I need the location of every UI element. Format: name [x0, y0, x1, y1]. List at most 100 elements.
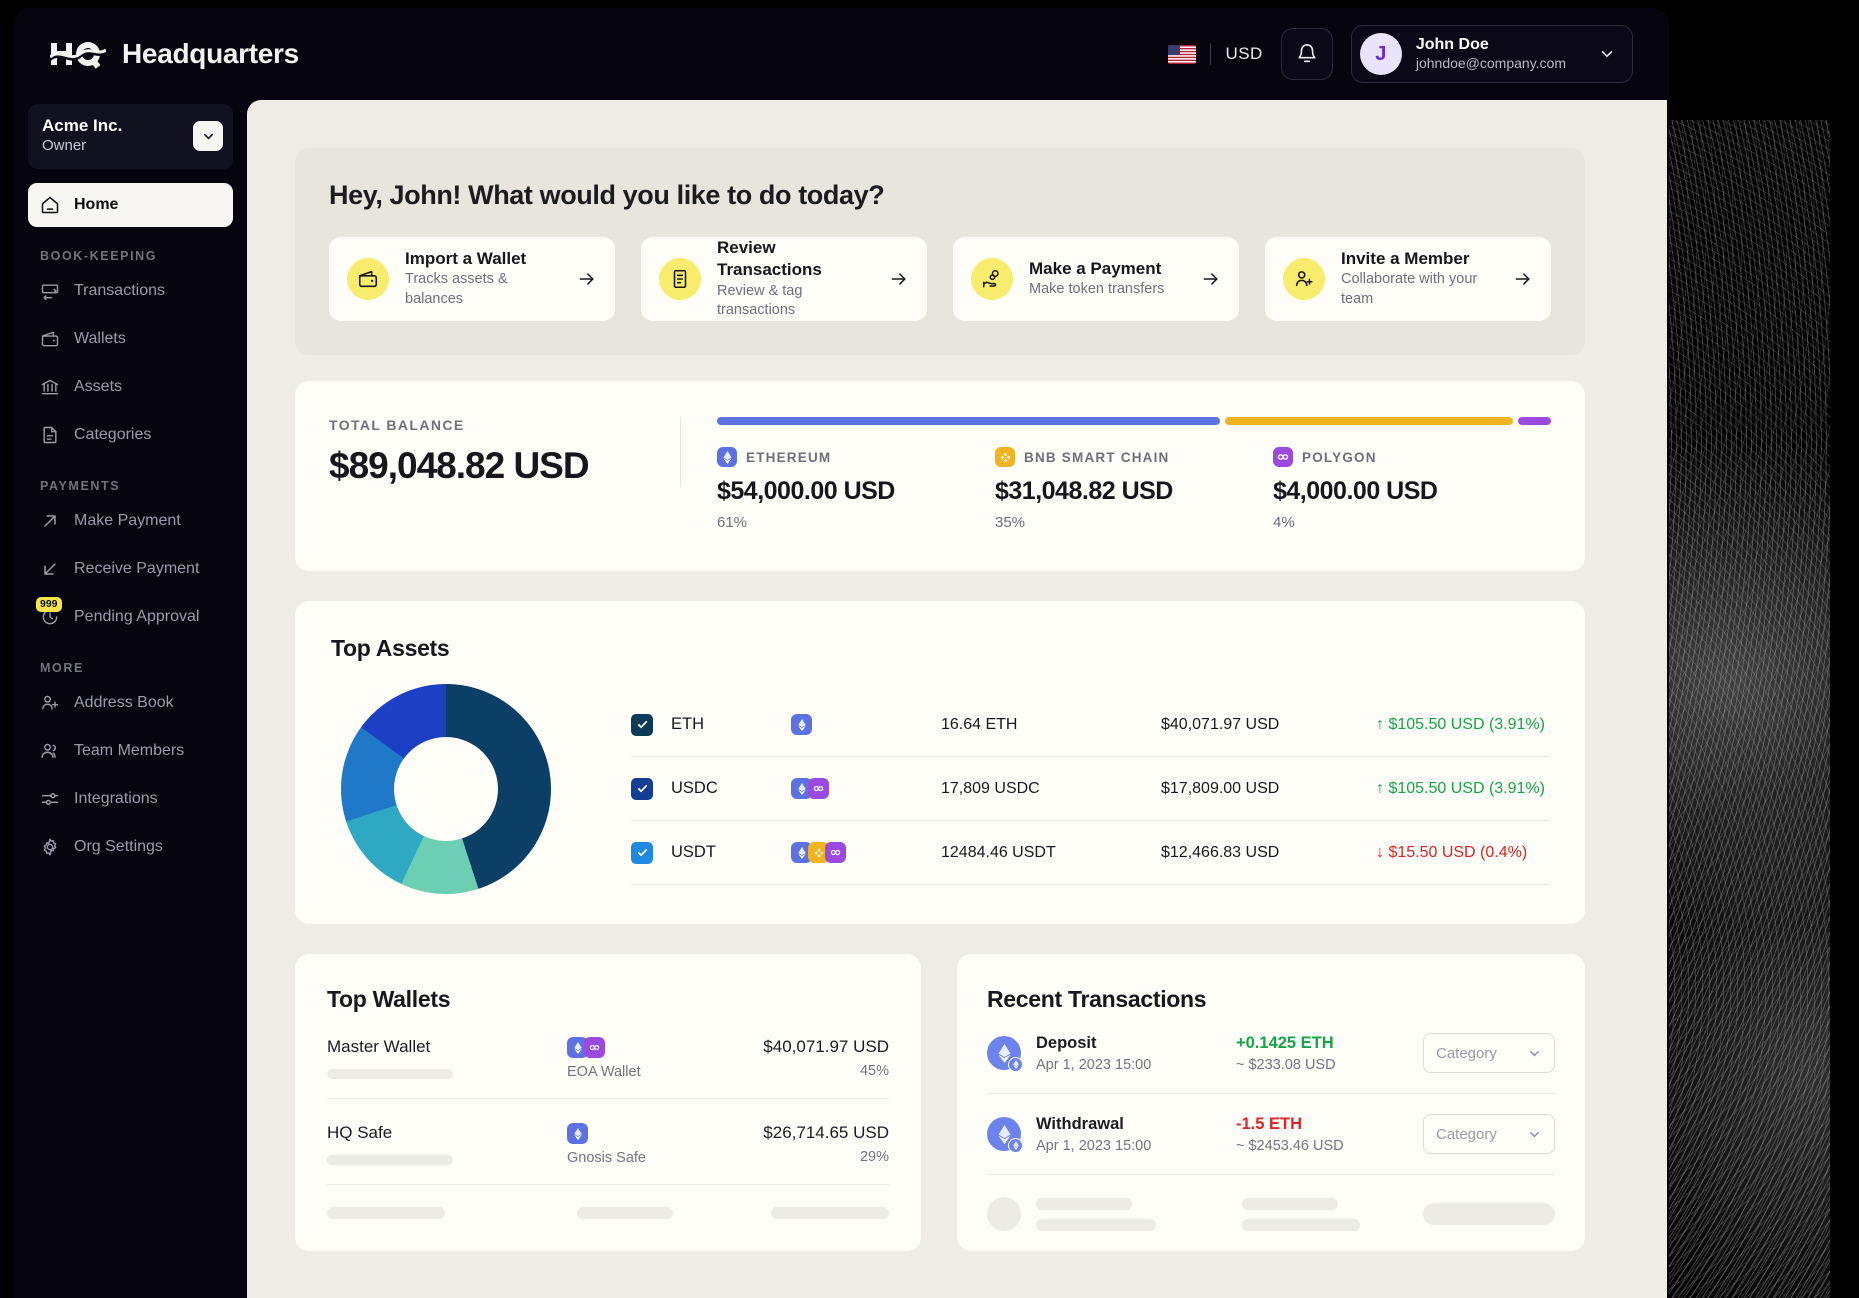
polygon-icon: [1273, 447, 1293, 467]
notifications-button[interactable]: [1280, 28, 1333, 80]
wallet-name: HQ Safe: [327, 1123, 393, 1142]
sidebar-item-label: Receive Payment: [74, 559, 200, 577]
sidebar-item-label: Address Book: [74, 693, 174, 711]
sidebar-item-team-members[interactable]: Team Members: [28, 729, 233, 773]
hand-coin-icon: [971, 258, 1013, 300]
quick-action-make-payment[interactable]: Make a Payment Make token transfers: [953, 237, 1239, 321]
main-content: Hey, John! What would you like to do tod…: [247, 100, 1667, 1298]
chevron-down-icon: [1601, 50, 1613, 58]
chain-ethereum: ETHEREUM $54,000.00 USD 61%: [717, 447, 995, 531]
hero-panel: Hey, John! What would you like to do tod…: [295, 148, 1585, 355]
list-item[interactable]: Withdrawal Apr 1, 2023 15:00 -1.5 ETH ~ …: [987, 1094, 1555, 1175]
chain-share-segment-bnb: [1224, 417, 1514, 425]
chain-share-segment-polygon: [1518, 417, 1551, 425]
currency-selector[interactable]: USD: [1168, 43, 1262, 65]
asset-checkbox[interactable]: [631, 841, 653, 864]
sidebar-item-assets[interactable]: Assets: [28, 365, 233, 409]
sidebar-section-title: PAYMENTS: [40, 478, 121, 493]
recent-transactions-panel: Recent Transactions Deposit Apr 1, 2023 …: [957, 954, 1585, 1251]
wallet-percent: 45%: [859, 1063, 889, 1079]
asset-value: $40,071.97 USD: [1161, 715, 1280, 733]
transaction-usd: ~ $2453.46 USD: [1236, 1137, 1344, 1154]
donut-hole: [394, 737, 498, 841]
skeleton-bar: [771, 1207, 889, 1219]
org-name: Acme Inc.: [42, 116, 123, 135]
asset-quantity: 16.64 ETH: [941, 715, 1018, 733]
quick-action-review-transactions[interactable]: Review Transactions Review & tag transac…: [641, 237, 927, 321]
quick-action-title: Import a Wallet: [405, 249, 527, 269]
skeleton-row: [987, 1175, 1555, 1241]
sidebar-item-make-payment[interactable]: Make Payment: [28, 499, 233, 543]
wallet-icon: [41, 331, 59, 347]
asset-chains: [791, 842, 941, 863]
gear-icon: [43, 838, 57, 856]
brand[interactable]: Headquarters: [14, 37, 299, 71]
bank-icon: [41, 379, 59, 395]
chain-share-segment-ethereum: [717, 417, 1220, 425]
sidebar-item-wallets[interactable]: Wallets: [28, 317, 233, 361]
table-row[interactable]: ETH 16.64 ETH $40,071.97 USD ↑ $105.50 U…: [631, 693, 1549, 757]
skeleton-bar: [1036, 1218, 1156, 1231]
list-item[interactable]: HQ Safe Gnosis Safe $26,714.65 USD 29%: [327, 1099, 889, 1185]
skeleton-bar: [577, 1207, 673, 1219]
quick-action-invite-member[interactable]: Invite a Member Collaborate with your te…: [1265, 237, 1551, 321]
chain-polygon: POLYGON $4,000.00 USD 4%: [1273, 447, 1551, 531]
wallet-amount: $40,071.97 USD: [763, 1037, 889, 1056]
total-balance-panel: TOTAL BALANCE $89,048.82 USD ETHEREUM $5…: [295, 381, 1585, 571]
top-assets-table: ETH 16.64 ETH $40,071.97 USD ↑ $105.50 U…: [631, 693, 1549, 885]
quick-action-import-wallet[interactable]: Import a Wallet Tracks assets & balances: [329, 237, 615, 321]
sidebar-item-label: Pending Approval: [74, 607, 200, 625]
list-item[interactable]: Deposit Apr 1, 2023 15:00 +0.1425 ETH ~ …: [987, 1013, 1555, 1094]
sidebar-item-transactions[interactable]: Transactions: [28, 269, 233, 313]
sidebar-item-address-book[interactable]: Address Book: [28, 681, 233, 725]
ethereum-avatar-icon: [987, 1117, 1023, 1153]
sidebar-item-integrations[interactable]: Integrations: [28, 777, 233, 821]
wallet-amount: $26,714.65 USD: [763, 1123, 889, 1142]
transaction-date: Apr 1, 2023 15:00: [1036, 1137, 1152, 1154]
document-icon: [43, 426, 57, 443]
sidebar-item-receive-payment[interactable]: Receive Payment: [28, 547, 233, 591]
bottom-row: Top Wallets Master Wallet EOA Wallet $40…: [295, 954, 1667, 1251]
sidebar-item-pending-approval[interactable]: 999 Pending Approval: [28, 595, 233, 639]
user-profile-menu[interactable]: J John Doe johndoe@company.com: [1350, 25, 1633, 83]
quick-action-title: Invite a Member: [1341, 249, 1470, 269]
skeleton-bar: [1242, 1218, 1360, 1231]
asset-checkbox[interactable]: [631, 777, 653, 800]
total-balance-label: TOTAL BALANCE: [329, 417, 465, 433]
sidebar-item-org-settings[interactable]: Org Settings: [28, 825, 233, 869]
category-dropdown[interactable]: Category: [1423, 1114, 1555, 1154]
sidebar-item-label: Transactions: [74, 281, 165, 299]
pending-count-badge: 999: [36, 596, 62, 612]
list-item[interactable]: Master Wallet EOA Wallet $40,071.97 USD: [327, 1013, 889, 1099]
asset-value: $17,809.00 USD: [1161, 779, 1280, 797]
chevron-down-icon: [203, 133, 213, 140]
user-plus-icon: [1283, 258, 1325, 300]
recent-transactions-title: Recent Transactions: [987, 986, 1207, 1012]
sidebar-item-home[interactable]: Home: [28, 182, 233, 227]
skeleton-bar: [327, 1155, 453, 1165]
sidebar-item-categories[interactable]: Categories: [28, 413, 233, 457]
org-switcher[interactable]: Acme Inc. Owner: [28, 104, 233, 169]
polygon-icon: [825, 842, 846, 863]
arrow-right-icon: [579, 273, 594, 285]
check-icon: [637, 720, 647, 729]
asset-checkbox[interactable]: [631, 713, 653, 736]
ethereum-icon: [717, 447, 737, 467]
table-row[interactable]: USDT 12484.46 USDT $12,466.83 USD ↓ $15.…: [631, 821, 1549, 885]
quick-action-subtitle: Collaborate with your team: [1341, 271, 1478, 308]
chain-name: BNB SMART CHAIN: [1024, 449, 1170, 465]
hq-logo-icon: [50, 42, 106, 69]
asset-symbol: ETH: [671, 715, 704, 733]
quick-action-subtitle: Tracks assets & balances: [405, 271, 508, 308]
top-assets-panel: Top Assets ETH 16.64 ETH $40,071.97 USD …: [295, 601, 1585, 924]
ethereum-icon: [791, 714, 812, 735]
top-bar-right: USD J John Doe johndoe@company.com: [1168, 25, 1669, 83]
category-dropdown[interactable]: Category: [1423, 1033, 1555, 1073]
sidebar: Acme Inc. Owner Home BOOK-KEEPING Transa…: [14, 100, 247, 1298]
asset-change: ↑ $105.50 USD (3.91%): [1376, 715, 1545, 733]
sidebar-item-label: Make Payment: [74, 511, 181, 529]
table-row[interactable]: USDC 17,809 USDC $17,809.00 USD ↑ $105.5…: [631, 757, 1549, 821]
skeleton-bar: [1242, 1197, 1338, 1210]
transaction-kind: Deposit: [1036, 1033, 1097, 1052]
quick-action-title: Make a Payment: [1029, 259, 1162, 279]
